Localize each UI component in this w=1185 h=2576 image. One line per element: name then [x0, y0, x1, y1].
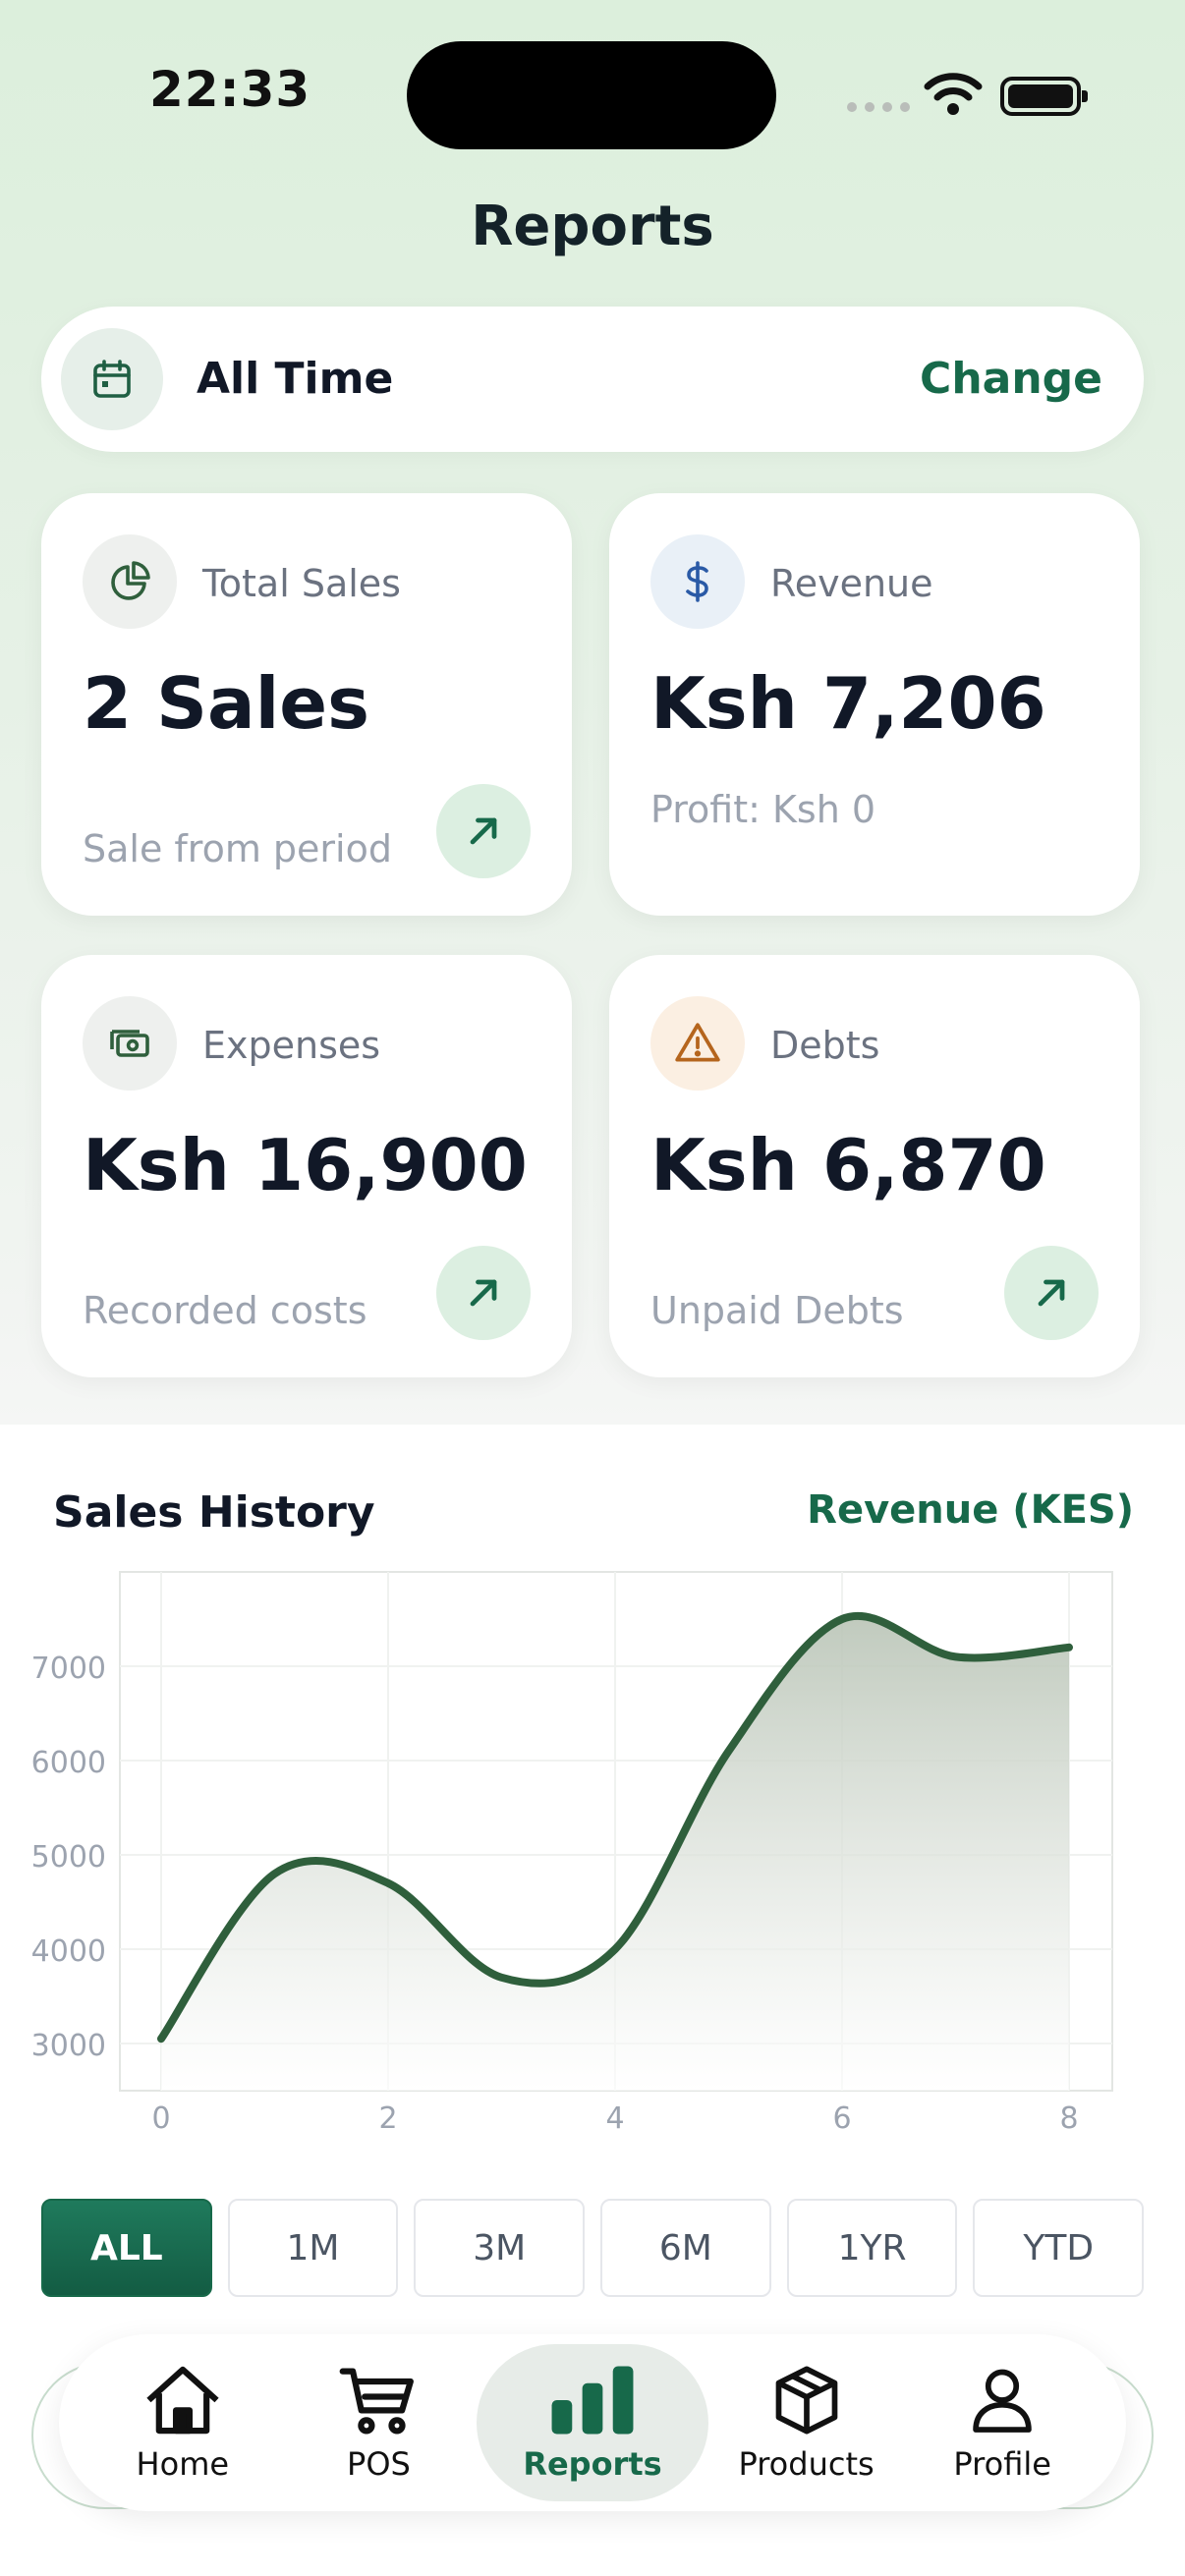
card-subtext: Recorded costs	[83, 1289, 367, 1332]
home-icon	[146, 2366, 219, 2435]
y-tick-label: 4000	[31, 1934, 106, 1969]
revenue-card[interactable]: Revenue Ksh 7,206 Profit: Ksh 0	[609, 493, 1140, 916]
card-subtext: Unpaid Debts	[650, 1289, 904, 1332]
bottom-nav: Home POS Reports Products Profile	[59, 2334, 1126, 2511]
expenses-card[interactable]: Expenses Ksh 16,900 Recorded costs	[41, 955, 572, 1377]
x-tick-label: 0	[151, 2101, 170, 2136]
x-tick-label: 8	[1059, 2101, 1078, 2136]
period-selector[interactable]: All Time Change	[41, 307, 1144, 452]
box-icon	[775, 2366, 837, 2435]
chart-metric-label[interactable]: Revenue (KES)	[807, 1487, 1134, 1533]
wifi-icon	[924, 73, 983, 115]
y-tick-label: 7000	[31, 1652, 106, 1686]
nav-item-products[interactable]: Products	[708, 2344, 905, 2501]
warning-icon	[650, 996, 745, 1091]
range-button-1m[interactable]: 1M	[227, 2199, 399, 2297]
nav-item-home[interactable]: Home	[85, 2344, 281, 2501]
card-subtext: Profit: Ksh 0	[650, 788, 876, 831]
arrow-up-right-icon[interactable]	[436, 784, 531, 878]
card-label: Revenue	[770, 562, 933, 605]
nav-label: POS	[347, 2445, 411, 2483]
debts-card[interactable]: Debts Ksh 6,870 Unpaid Debts	[609, 955, 1140, 1377]
card-value: 2 Sales	[83, 662, 369, 745]
x-tick-label: 2	[378, 2101, 397, 2136]
card-subtext: Sale from period	[83, 827, 392, 870]
nav-label: Reports	[523, 2445, 662, 2483]
x-tick-label: 4	[605, 2101, 624, 2136]
range-button-all[interactable]: ALL	[41, 2199, 212, 2297]
dynamic-island	[407, 41, 776, 149]
card-value: Ksh 16,900	[83, 1124, 528, 1206]
range-button-ytd[interactable]: YTD	[973, 2199, 1145, 2297]
chart-title: Sales History	[53, 1487, 375, 1538]
card-value: Ksh 6,870	[650, 1124, 1046, 1206]
user-icon	[973, 2369, 1032, 2433]
bar-chart-icon	[551, 2366, 634, 2435]
nav-item-profile[interactable]: Profile	[904, 2344, 1100, 2501]
change-period-button[interactable]: Change	[920, 354, 1102, 404]
nav-label: Home	[136, 2445, 230, 2483]
cellular-signal-icon	[847, 102, 910, 112]
pie-chart-icon	[83, 534, 177, 629]
card-label: Total Sales	[202, 562, 401, 605]
nav-item-reports[interactable]: Reports	[477, 2344, 708, 2501]
arrow-up-right-icon[interactable]	[436, 1246, 531, 1340]
nav-label: Profile	[953, 2445, 1051, 2483]
calendar-icon	[61, 328, 163, 430]
cart-icon	[340, 2368, 415, 2435]
card-label: Debts	[770, 1024, 880, 1067]
range-button-6m[interactable]: 6M	[600, 2199, 771, 2297]
y-tick-label: 5000	[31, 1840, 106, 1875]
range-selector: ALL 1M 3M 6M 1YR YTD	[41, 2199, 1145, 2297]
arrow-up-right-icon[interactable]	[1004, 1246, 1099, 1340]
range-button-1yr[interactable]: 1YR	[786, 2199, 958, 2297]
status-time: 22:33	[149, 61, 311, 118]
card-value: Ksh 7,206	[650, 662, 1046, 745]
period-label: All Time	[197, 354, 394, 404]
card-label: Expenses	[202, 1024, 381, 1067]
total-sales-card[interactable]: Total Sales 2 Sales Sale from period	[41, 493, 572, 916]
cash-icon	[83, 996, 177, 1091]
nav-label: Products	[738, 2445, 875, 2483]
sales-history-chart: 3000 4000 5000 6000 7000 0 2 4 6 8	[31, 1571, 1113, 2136]
x-tick-label: 6	[832, 2101, 851, 2136]
range-button-3m[interactable]: 3M	[414, 2199, 586, 2297]
y-tick-label: 3000	[31, 2029, 106, 2063]
y-tick-label: 6000	[31, 1746, 106, 1780]
page-title: Reports	[471, 195, 714, 258]
nav-item-pos[interactable]: POS	[281, 2344, 478, 2501]
dollar-icon	[650, 534, 745, 629]
battery-icon	[1000, 77, 1088, 116]
